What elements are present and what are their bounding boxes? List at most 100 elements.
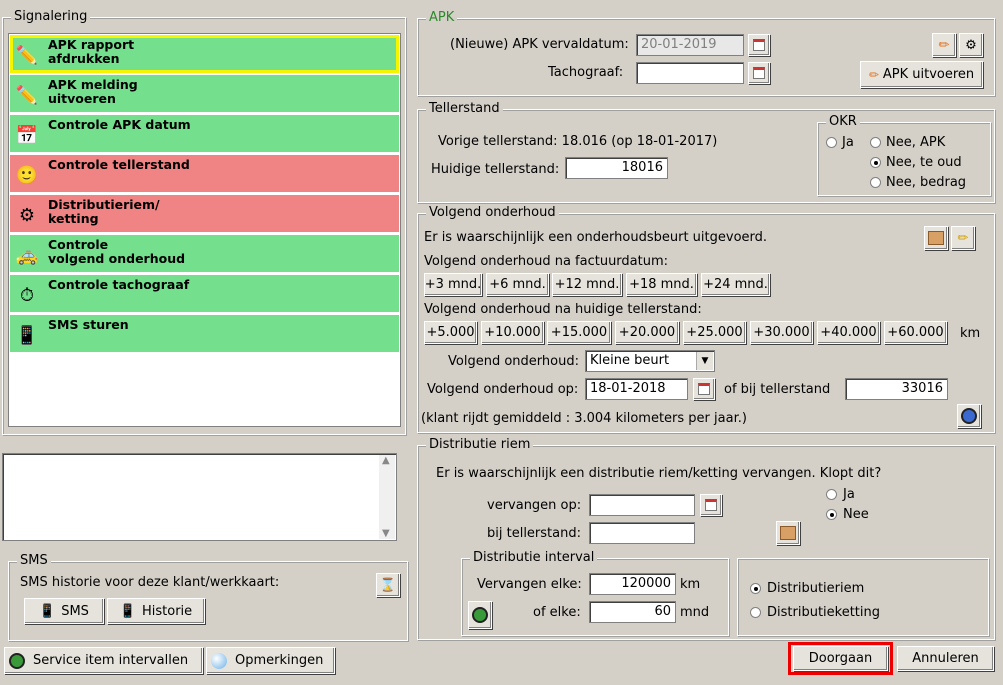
belt-radio[interactable]: [750, 583, 761, 594]
or-every-field[interactable]: 60: [589, 601, 676, 623]
apk-edit-button[interactable]: ✏: [932, 33, 956, 57]
service-or-km-label: of bij tellerstand: [724, 382, 831, 397]
mobile-phone-icon: 📱: [39, 603, 56, 619]
current-odometer-field[interactable]: 18016: [565, 157, 668, 179]
okr-nee-bedrag-label: Nee, bedrag: [886, 175, 967, 190]
cancel-button[interactable]: Annuleren: [897, 646, 994, 671]
km-button-15000[interactable]: +15.000: [547, 321, 611, 344]
stopwatch-icon: [472, 607, 488, 623]
replaced-on-calendar-icon[interactable]: [700, 494, 722, 516]
signal-label: Controle: [48, 237, 109, 252]
signal-item-timing-belt[interactable]: ⚙ Distributieriem/ketting: [10, 195, 399, 233]
service-items-button[interactable]: Service item intervallen: [4, 647, 203, 674]
by-km-label: Volgend onderhoud na huidige tellerstand…: [424, 302, 702, 317]
km-button-5000[interactable]: +5.000: [424, 321, 477, 344]
continue-button[interactable]: Doorgaan: [793, 646, 888, 671]
scroll-up-icon[interactable]: ▲: [382, 455, 390, 466]
distributie-nee-radio[interactable]: [826, 509, 837, 520]
distributie-ja-label: Ja: [843, 487, 855, 502]
previous-odometer-text: Vorige tellerstand: 18.016 (op 18-01-201…: [438, 134, 718, 149]
km-button-30000[interactable]: +30.000: [750, 321, 813, 344]
onderhoud-stopwatch-button[interactable]: [957, 404, 981, 428]
km-button-40000[interactable]: +40.000: [817, 321, 880, 344]
okr-nee-apk-radio[interactable]: [870, 137, 881, 148]
distributie-ja-radio[interactable]: [826, 489, 837, 500]
sms-button-label: SMS: [61, 603, 89, 619]
signal-label: afdrukken: [48, 51, 120, 66]
service-date-calendar-icon[interactable]: [693, 378, 715, 400]
pencil-icon: ✏: [957, 230, 969, 246]
remarks-label: Opmerkingen: [235, 653, 324, 668]
km-button-10000[interactable]: +10.000: [481, 321, 544, 344]
onderhoud-box-button[interactable]: [924, 226, 948, 250]
signal-item-odometer[interactable]: 🙂 Controle tellerstand: [10, 155, 399, 193]
interval-stopwatch-button[interactable]: [468, 601, 492, 629]
signal-item-sms[interactable]: 📱 SMS sturen: [10, 315, 399, 353]
replaced-on-field[interactable]: [589, 494, 695, 516]
replace-every-field[interactable]: 120000: [589, 573, 676, 595]
apk-print-button[interactable]: ⚙: [959, 33, 983, 57]
apk-expiry-calendar-icon[interactable]: [748, 34, 770, 56]
signal-item-next-service[interactable]: 🚕 Controle volgend onderhoud: [10, 235, 399, 273]
distributie-interval-group: Distributie interval: [461, 550, 729, 636]
service-km-field[interactable]: 33016: [845, 378, 948, 400]
month-button-24[interactable]: +24 mnd.: [701, 273, 770, 296]
or-every-label: of elke:: [533, 605, 581, 620]
month-button-3[interactable]: +3 mnd.: [424, 273, 482, 296]
apk-calendar-icon: 📅: [15, 124, 39, 146]
chain-radio[interactable]: [750, 607, 761, 618]
odometer-icon: 🙂: [15, 164, 39, 186]
okr-nee-bedrag-radio[interactable]: [870, 177, 881, 188]
service-date-field[interactable]: 18-01-2018: [585, 378, 688, 400]
scroll-down-icon[interactable]: ▼: [382, 528, 390, 539]
km-button-60000[interactable]: +60.000: [884, 321, 947, 344]
onderhoud-edit-button[interactable]: ✏: [951, 226, 975, 250]
sms-history-button[interactable]: 📱 Historie: [107, 598, 205, 624]
service-type-value: Kleine beurt: [590, 353, 670, 368]
belt-label: Distributieriem: [767, 581, 865, 596]
or-every-unit: mnd: [680, 605, 710, 620]
month-button-6[interactable]: +6 mnd.: [486, 273, 549, 296]
apk-title: APK: [426, 10, 458, 25]
month-button-12[interactable]: +12 mnd.: [552, 273, 622, 296]
month-button-18[interactable]: +18 mnd.: [626, 273, 697, 296]
apk-report-icon: ✏️: [15, 84, 39, 106]
signal-label: ketting: [48, 211, 99, 226]
signal-item-tachograph[interactable]: ⏱ Controle tachograaf: [10, 275, 399, 313]
apk-execute-button[interactable]: ✏ APK uitvoeren: [860, 61, 983, 88]
service-type-select[interactable]: Kleine beurt ▼: [585, 350, 715, 372]
signal-item-apk-date[interactable]: 📅 Controle APK datum: [10, 115, 399, 153]
signal-label: Controle APK datum: [48, 117, 191, 132]
box-icon: [780, 526, 796, 540]
timing-belt-icon: ⚙: [18, 204, 36, 226]
service-items-label: Service item intervallen: [33, 653, 189, 668]
sms-button[interactable]: 📱 SMS: [24, 598, 104, 624]
tachograph-calendar-icon[interactable]: [748, 62, 770, 84]
km-button-20000[interactable]: +20.000: [615, 321, 679, 344]
notes-scrollbar[interactable]: ▲ ▼: [379, 455, 395, 539]
okr-nee-te-oud-radio[interactable]: [870, 157, 881, 168]
notes-textarea[interactable]: [2, 453, 397, 541]
signalering-title: Signalering: [11, 9, 91, 24]
apk-expiry-field[interactable]: 20-01-2019: [636, 34, 744, 56]
at-km-field[interactable]: [589, 522, 695, 544]
sms-hourglass-button[interactable]: ⌛: [376, 573, 400, 597]
km-unit-label: km: [960, 326, 981, 341]
remarks-button[interactable]: Opmerkingen: [206, 647, 335, 674]
replace-every-label: Vervangen elke:: [477, 577, 582, 592]
signal-label: Controle tellerstand: [48, 157, 190, 172]
distributie-box-button[interactable]: [776, 521, 800, 545]
tachograph-label: Tachograaf:: [548, 65, 624, 80]
signal-label: APK rapport: [48, 37, 135, 52]
chevron-down-icon[interactable]: ▼: [696, 352, 713, 370]
remarks-globe-icon: [211, 652, 227, 669]
okr-ja-radio[interactable]: [826, 137, 837, 148]
km-button-25000[interactable]: +25.000: [683, 321, 746, 344]
tachograph-icon: ⏱: [19, 284, 35, 306]
signal-item-apk-print[interactable]: ✏️ APK rapport afdrukken: [10, 35, 399, 73]
tachograph-field[interactable]: [636, 62, 744, 84]
signal-item-apk-report[interactable]: ✏️ APK melding uitvoeren: [10, 75, 399, 113]
okr-title: OKR: [826, 114, 860, 129]
signal-label: APK melding: [48, 77, 138, 92]
okr-nee-te-oud-label: Nee, te oud: [886, 155, 962, 170]
